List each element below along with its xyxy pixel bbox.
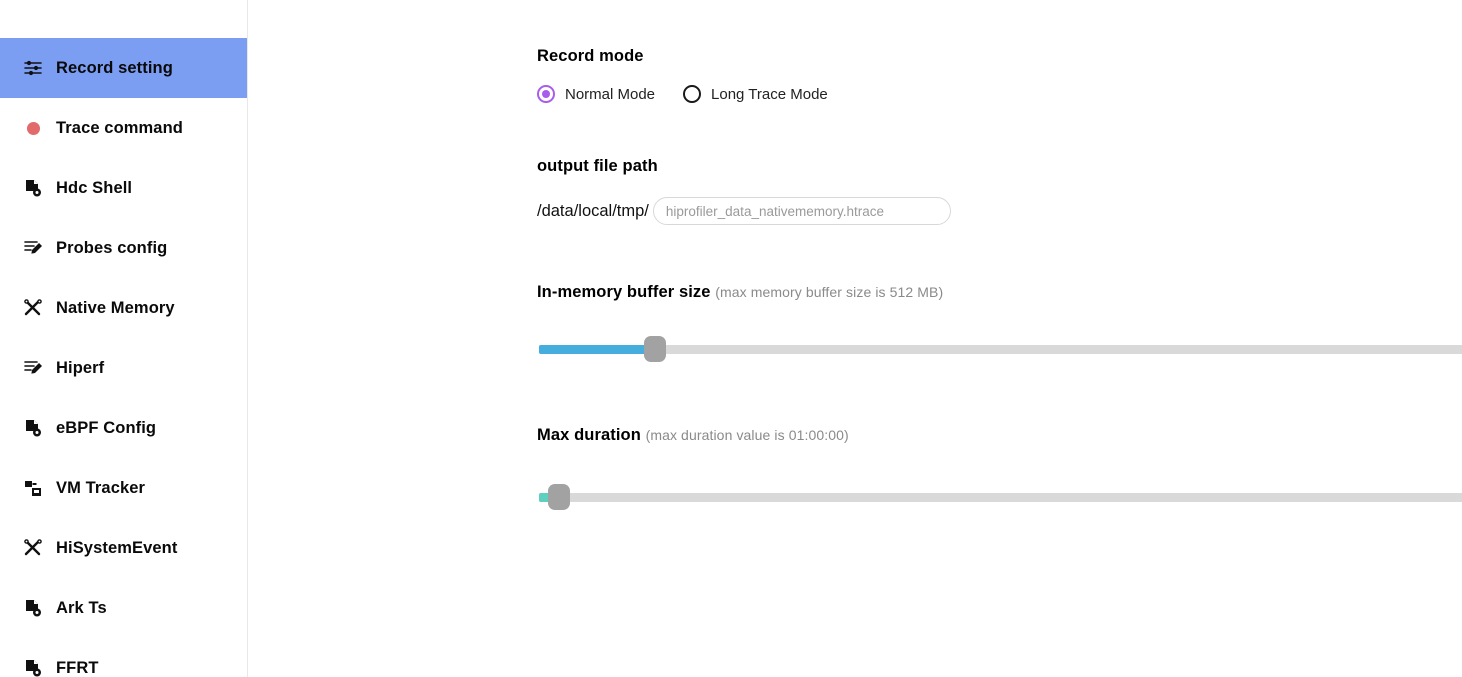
sidebar-item-vm-tracker[interactable]: VM Tracker: [0, 458, 247, 518]
max-duration-title: Max duration (max duration value is 01:0…: [537, 426, 849, 445]
sidebar-item-ark-ts[interactable]: Ark Ts: [0, 578, 247, 638]
record-setting-form: Record mode Normal Mode Long Trace Mode …: [248, 0, 1462, 677]
sidebar-item-hisystemevent[interactable]: HiSystemEvent: [0, 518, 247, 578]
radio-selected-icon[interactable]: [537, 85, 555, 103]
sidebar-item-trace-command[interactable]: Trace command: [0, 98, 247, 158]
edit-list-icon: [22, 237, 44, 259]
sidebar-item-label: eBPF Config: [56, 418, 157, 437]
sidebar: Record setting Trace command Hdc Shell P…: [0, 0, 248, 677]
sidebar-item-label: VM Tracker: [56, 478, 146, 497]
max-duration-slider[interactable]: [539, 484, 1462, 510]
sidebar-item-label: Record setting: [56, 58, 173, 77]
radio-label: Long Trace Mode: [711, 85, 828, 103]
output-file-path-row: /data/local/tmp/: [537, 197, 951, 225]
max-duration-hint: (max duration value is 01:00:00): [645, 427, 849, 443]
sliders-icon: [22, 57, 44, 79]
sidebar-item-label: FFRT: [56, 658, 99, 677]
slider-track[interactable]: [539, 492, 1462, 502]
sidebar-item-label: Probes config: [56, 238, 168, 257]
sidebar-item-ffrt[interactable]: FFRT: [0, 638, 247, 677]
record-mode-radio-group: Normal Mode Long Trace Mode: [537, 85, 856, 103]
sidebar-item-hiperf[interactable]: Hiperf: [0, 338, 247, 398]
output-file-path-title: output file path: [537, 157, 658, 175]
file-gear-icon: [22, 657, 44, 677]
tools-icon: [22, 537, 44, 559]
slider-track[interactable]: [539, 344, 1462, 354]
sidebar-item-hdc-shell[interactable]: Hdc Shell: [0, 158, 247, 218]
sidebar-nav-list: Record setting Trace command Hdc Shell P…: [0, 0, 247, 677]
sidebar-item-native-memory[interactable]: Native Memory: [0, 278, 247, 338]
edit-list-icon: [22, 357, 44, 379]
file-gear-icon: [22, 177, 44, 199]
sidebar-item-ebpf-config[interactable]: eBPF Config: [0, 398, 247, 458]
slider-thumb[interactable]: [547, 484, 570, 510]
radio-unselected-icon[interactable]: [683, 85, 702, 103]
memory-chip-icon: [22, 477, 44, 499]
sidebar-item-probes-config[interactable]: Probes config: [0, 218, 247, 278]
output-path-prefix: /data/local/tmp/: [537, 201, 649, 220]
max-duration-label: Max duration: [537, 426, 641, 444]
slider-thumb[interactable]: [643, 336, 666, 362]
sidebar-item-label: Hiperf: [56, 358, 105, 377]
file-gear-icon: [22, 417, 44, 439]
radio-label: Normal Mode: [565, 85, 656, 103]
radio-long-trace-mode[interactable]: Long Trace Mode: [683, 85, 828, 103]
sidebar-item-record-setting[interactable]: Record setting: [0, 38, 247, 98]
tools-icon: [22, 297, 44, 319]
record-setting-page: Record setting Trace command Hdc Shell P…: [0, 0, 1462, 677]
slider-fill: [539, 344, 655, 354]
record-mode-title: Record mode: [537, 47, 644, 65]
radio-normal-mode[interactable]: Normal Mode: [537, 85, 655, 103]
sidebar-item-label: Native Memory: [56, 298, 175, 317]
output-file-name-input[interactable]: [652, 197, 951, 225]
file-gear-icon: [22, 597, 44, 619]
sidebar-item-label: Ark Ts: [56, 598, 107, 617]
buffer-size-title: In-memory buffer size (max memory buffer…: [537, 283, 943, 302]
buffer-size-hint: (max memory buffer size is 512 MB): [715, 284, 944, 300]
buffer-size-label: In-memory buffer size: [537, 283, 711, 301]
sidebar-item-label: Trace command: [56, 118, 183, 137]
buffer-size-slider[interactable]: [539, 336, 1462, 362]
sidebar-item-label: Hdc Shell: [56, 178, 133, 197]
record-dot-icon: [22, 117, 44, 139]
sidebar-item-label: HiSystemEvent: [56, 538, 178, 557]
